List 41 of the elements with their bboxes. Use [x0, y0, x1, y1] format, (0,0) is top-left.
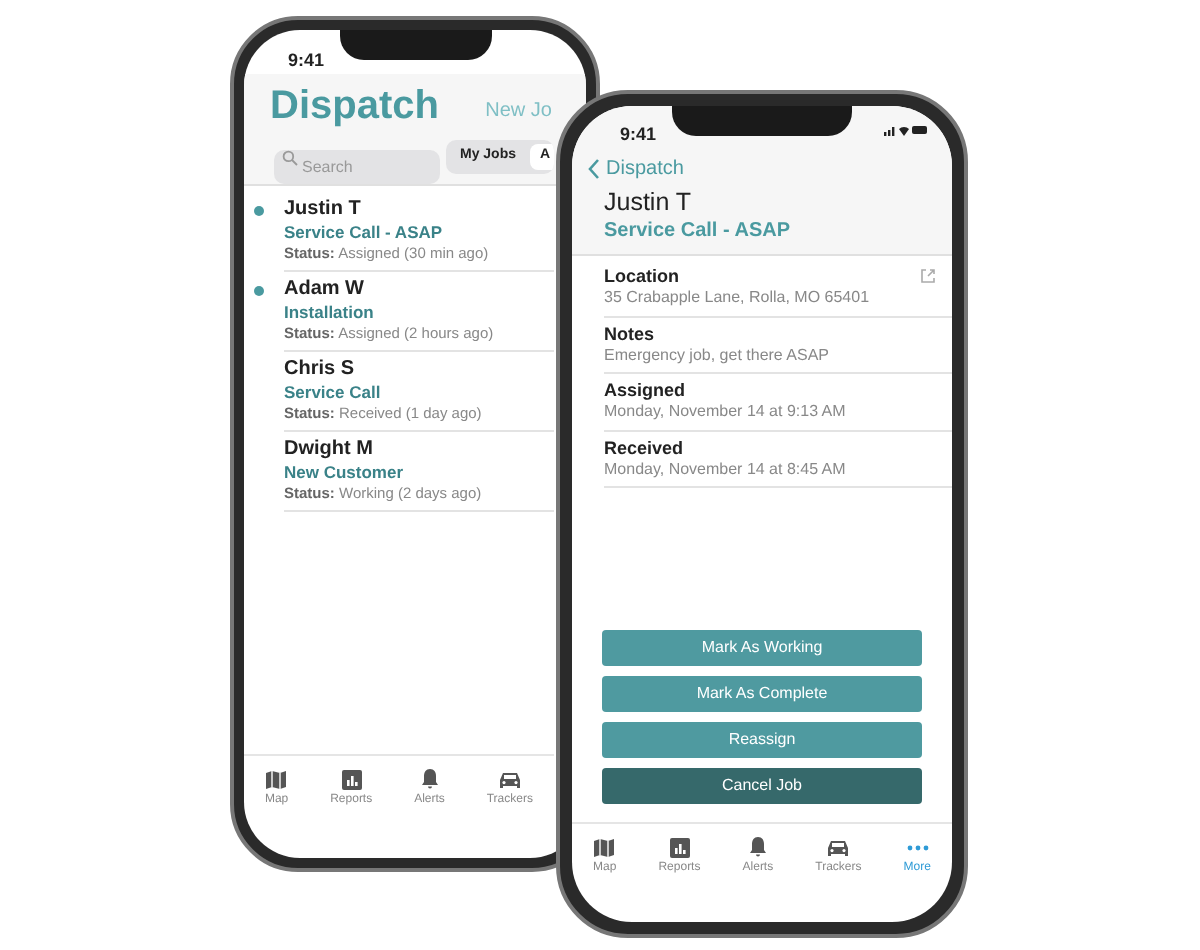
job-type: Service Call	[284, 382, 383, 404]
action-button[interactable]: Mark As Working	[602, 630, 922, 666]
new-job-link[interactable]: New Jo	[485, 98, 552, 126]
external-link-icon[interactable]	[920, 268, 936, 284]
field-value: Emergency job, get there ASAP	[604, 345, 830, 366]
bell-icon	[419, 768, 440, 790]
back-button[interactable]: Dispatch	[588, 150, 684, 186]
job-type: New Customer	[284, 462, 406, 484]
status-time: 9:41	[620, 124, 657, 144]
back-chevron-icon	[588, 157, 600, 179]
job-type: Service Call - ASAP	[604, 218, 791, 246]
bar-chart-icon	[341, 769, 362, 789]
field-label: Assigned	[604, 380, 688, 403]
bar-chart-icon	[669, 837, 690, 857]
field-label: Location	[604, 266, 681, 289]
status-time: 9:41	[288, 50, 325, 70]
action-button[interactable]: Cancel Job	[602, 768, 922, 804]
job-name: Justin T	[284, 198, 363, 222]
field-label: Received	[604, 437, 686, 460]
car-icon	[497, 769, 522, 789]
job-name: Dwight M	[284, 438, 375, 462]
job-name: Justin T	[604, 185, 692, 220]
status-icons	[884, 124, 928, 136]
field-label: Notes	[604, 323, 657, 346]
search-icon	[282, 149, 298, 165]
more-icon	[905, 843, 930, 851]
job-type: Installation	[284, 302, 376, 324]
map-icon	[266, 769, 287, 789]
screen-title: Dispatch	[270, 82, 439, 130]
bell-icon	[747, 836, 768, 858]
job-type: Service Call - ASAP	[284, 222, 445, 244]
car-icon	[826, 837, 851, 857]
action-button[interactable]: Mark As Complete	[602, 676, 922, 712]
field-value: Monday, November 14 at 8:45 AM	[604, 459, 846, 480]
action-button[interactable]: Reassign	[602, 722, 922, 758]
map-icon	[594, 837, 615, 857]
field-value: Monday, November 14 at 9:13 AM	[604, 402, 846, 423]
field-value: 35 Crabapple Lane, Rolla, MO 65401	[604, 288, 870, 309]
job-name: Chris S	[284, 358, 357, 382]
search-field[interactable]: Search	[274, 150, 440, 184]
job-name: Adam W	[284, 278, 366, 302]
